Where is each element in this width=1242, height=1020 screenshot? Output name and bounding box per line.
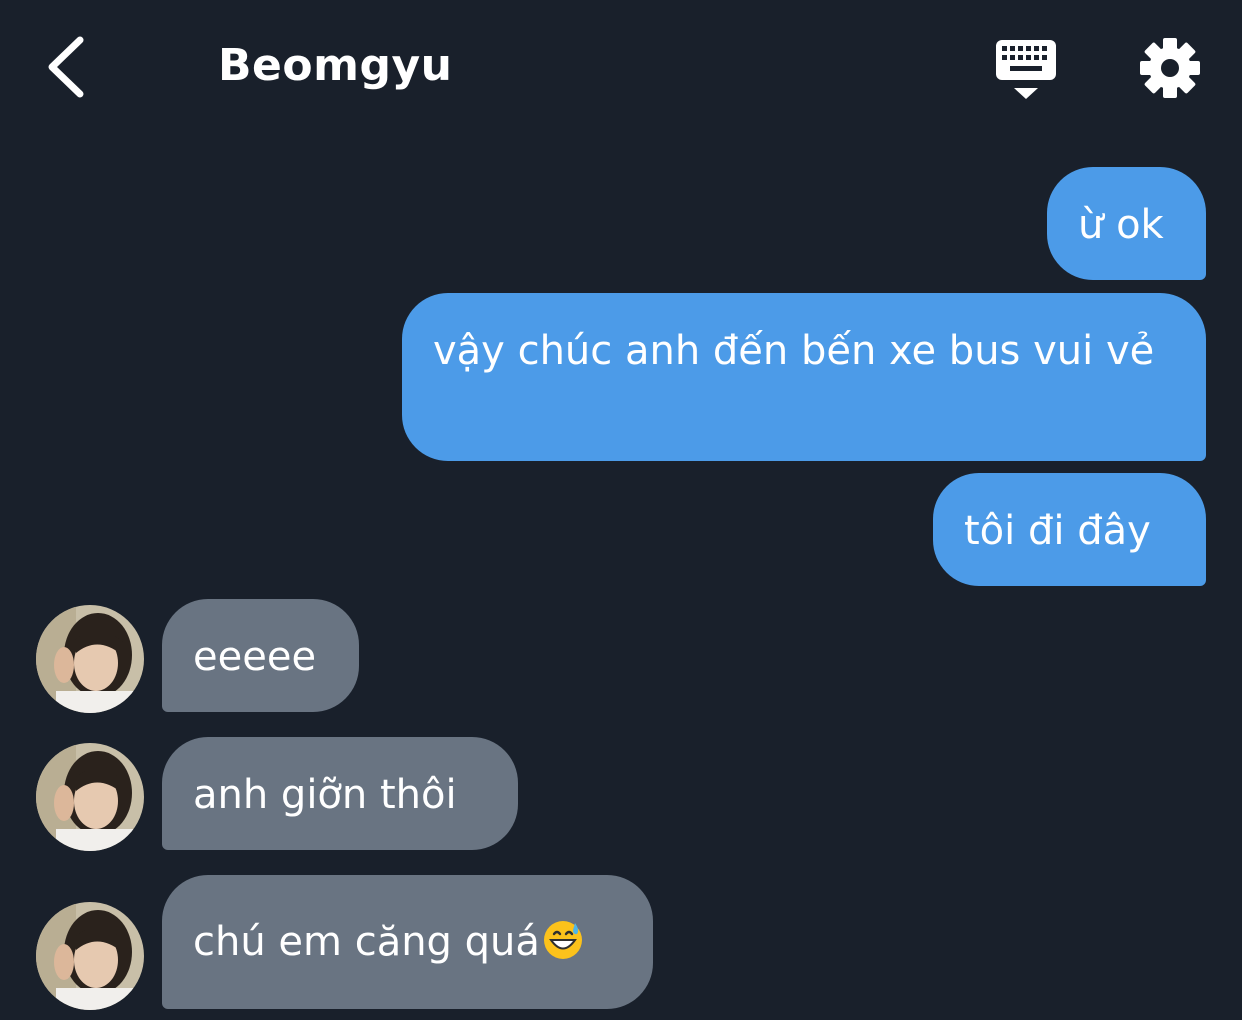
message-text: chú em căng quá	[193, 919, 540, 965]
incoming-message-bubble[interactable]: anh giỡn thôi	[162, 737, 518, 850]
incoming-message-bubble[interactable]: eeeee	[162, 599, 359, 712]
outgoing-message-bubble[interactable]: ừ ok	[1047, 167, 1206, 280]
avatar[interactable]	[36, 902, 144, 1010]
message-text: tôi đi đây	[964, 508, 1151, 554]
incoming-message-bubble[interactable]: chú em căng quá	[162, 875, 653, 1009]
chevron-left-icon	[48, 36, 84, 98]
avatar[interactable]	[36, 743, 144, 851]
gear-icon	[1140, 38, 1200, 98]
back-button[interactable]	[40, 32, 96, 102]
keyboard-icon	[996, 40, 1056, 99]
contact-name: Beomgyu	[218, 40, 453, 91]
keyboard-button[interactable]	[992, 36, 1060, 102]
message-text: eeeee	[193, 634, 317, 680]
outgoing-message-bubble[interactable]: vậy chúc anh đến bến xe bus vui vẻ	[402, 293, 1206, 461]
avatar[interactable]	[36, 605, 144, 713]
grinning-face-with-sweat-emoji	[542, 919, 584, 961]
message-text: ừ ok	[1078, 202, 1164, 248]
chat-header: Beomgyu	[0, 0, 1242, 130]
message-text: anh giỡn thôi	[193, 772, 457, 818]
message-text: vậy chúc anh đến bến xe bus vui vẻ	[433, 328, 1155, 374]
outgoing-message-bubble[interactable]: tôi đi đây	[933, 473, 1206, 586]
settings-button[interactable]	[1138, 36, 1202, 100]
